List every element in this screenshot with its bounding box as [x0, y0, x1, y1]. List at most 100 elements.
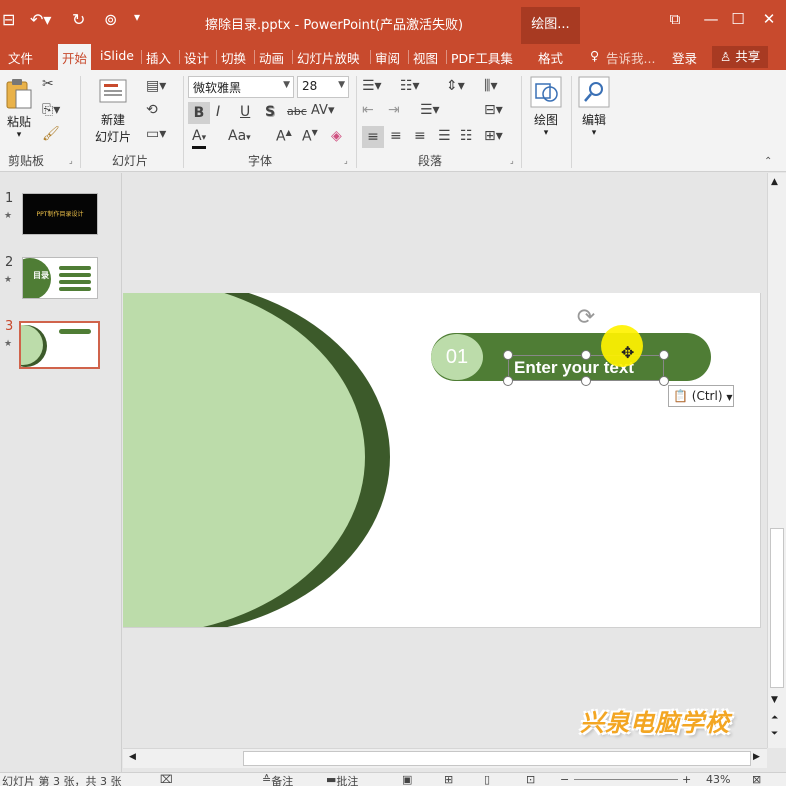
- tab-transitions[interactable]: 切换: [221, 48, 246, 67]
- tell-me-input[interactable]: 告诉我...: [606, 48, 655, 67]
- font-launcher-icon[interactable]: ⌟: [344, 156, 348, 165]
- tab-insert[interactable]: 插入: [146, 48, 171, 67]
- new-slide-button[interactable]: 新建 幻灯片: [88, 78, 138, 145]
- underline-button[interactable]: U: [240, 104, 250, 120]
- align-left-button[interactable]: ≡: [362, 126, 384, 148]
- undo-icon[interactable]: ↶▾: [30, 10, 51, 29]
- columns-icon[interactable]: ⫼▾: [484, 78, 497, 94]
- normal-view-icon[interactable]: ▣: [402, 773, 412, 786]
- collapse-ribbon-icon[interactable]: ⌃: [764, 156, 772, 167]
- tab-islide[interactable]: iSlide: [100, 48, 134, 63]
- slide[interactable]: 01 Enter your text ⟳ ✥ 📋 (Ctrl) ▼: [123, 293, 761, 628]
- bullets-icon[interactable]: ☰▾: [362, 78, 382, 94]
- format-painter-icon[interactable]: 🖌: [42, 126, 60, 142]
- horizontal-scrollbar[interactable]: ◀ ▶: [123, 748, 767, 768]
- font-color-button[interactable]: A▾: [192, 128, 206, 144]
- reset-icon[interactable]: ⟲: [146, 102, 158, 118]
- bold-button[interactable]: B: [188, 102, 210, 124]
- tab-review[interactable]: 审阅: [375, 48, 400, 67]
- editing-button[interactable]: 编辑 ▾: [576, 76, 612, 138]
- align-center-icon[interactable]: ≡: [390, 128, 402, 144]
- scroll-right-icon[interactable]: ▶: [753, 752, 760, 762]
- context-tab-drawing-tools[interactable]: 绘图...: [521, 7, 580, 44]
- justify-icon[interactable]: ☰: [438, 128, 451, 144]
- align-right-icon[interactable]: ≡: [414, 128, 426, 144]
- change-case-button[interactable]: Aa▾: [228, 128, 251, 144]
- resize-handle[interactable]: [503, 350, 513, 360]
- h-scroll-thumb[interactable]: [243, 751, 751, 766]
- minimize-icon[interactable]: —: [697, 10, 725, 28]
- paragraph-launcher-icon[interactable]: ⌟: [510, 156, 514, 165]
- sign-in-link[interactable]: 登录: [672, 48, 697, 67]
- smartart-icon[interactable]: ⊞▾: [484, 128, 503, 144]
- section-icon[interactable]: ▭▾: [146, 126, 166, 142]
- italic-button[interactable]: I: [216, 104, 220, 120]
- previous-slide-icon[interactable]: ⏶: [771, 713, 778, 723]
- slideshow-view-icon[interactable]: ⊡: [526, 773, 535, 786]
- increase-font-icon[interactable]: A▲: [276, 128, 292, 145]
- resize-handle[interactable]: [581, 376, 591, 386]
- tab-format[interactable]: 格式: [538, 48, 563, 67]
- decrease-font-icon[interactable]: A▼: [302, 128, 318, 145]
- font-name-combo[interactable]: 微软雅黑 ▼: [188, 76, 294, 98]
- font-size-combo[interactable]: 28 ▼: [297, 76, 349, 98]
- close-icon[interactable]: ✕: [755, 10, 783, 28]
- reading-view-icon[interactable]: ▯: [484, 773, 490, 786]
- tab-file[interactable]: 文件: [8, 48, 33, 67]
- vertical-scrollbar[interactable]: ▲ ▼ ⏶ ⏷: [767, 173, 786, 748]
- scroll-left-icon[interactable]: ◀: [129, 752, 136, 762]
- tab-design[interactable]: 设计: [184, 48, 209, 67]
- paste-button[interactable]: 粘贴 ▾: [2, 78, 36, 140]
- clipboard-launcher-icon[interactable]: ⌟: [69, 156, 73, 165]
- increase-indent-icon[interactable]: ⇥: [388, 102, 400, 118]
- resize-handle[interactable]: [503, 376, 513, 386]
- ribbon-display-icon[interactable]: ⧉: [661, 10, 689, 28]
- slide-thumbnail-2[interactable]: 目录: [22, 257, 98, 299]
- notes-button[interactable]: ≙ 备注: [262, 773, 293, 786]
- lightbulb-icon[interactable]: ♀: [590, 48, 599, 63]
- tab-pdf-tools[interactable]: PDF工具集: [451, 48, 513, 67]
- cut-icon[interactable]: ✂: [42, 76, 54, 92]
- zoom-in-icon[interactable]: +: [682, 773, 691, 786]
- rotate-handle-icon[interactable]: ⟳: [574, 307, 598, 331]
- slide-thumbnail-3[interactable]: [19, 321, 100, 369]
- item-number-badge[interactable]: 01: [431, 334, 483, 380]
- tab-animations[interactable]: 动画: [259, 48, 284, 67]
- slide-thumbnail-1[interactable]: PPT制作目录设计: [22, 193, 98, 235]
- tab-slideshow[interactable]: 幻灯片放映: [297, 48, 360, 67]
- zoom-out-icon[interactable]: −: [560, 773, 569, 786]
- tab-view[interactable]: 视图: [413, 48, 438, 67]
- save-icon[interactable]: ⊟: [2, 10, 15, 29]
- copy-icon[interactable]: ⎘▾: [42, 102, 60, 118]
- spellcheck-icon[interactable]: ⌧: [160, 773, 173, 786]
- scroll-up-icon[interactable]: ▲: [771, 177, 778, 187]
- paste-options-button[interactable]: 📋 (Ctrl) ▼: [668, 385, 734, 407]
- clear-formatting-icon[interactable]: ◈: [331, 128, 342, 144]
- distributed-icon[interactable]: ☷: [460, 128, 473, 144]
- next-slide-icon[interactable]: ⏷: [771, 729, 778, 739]
- comments-button[interactable]: ▬ 批注: [326, 773, 358, 786]
- numbering-icon[interactable]: ☷▾: [400, 78, 420, 94]
- customize-qat-icon[interactable]: ▾: [134, 10, 140, 24]
- char-spacing-button[interactable]: AV▾: [311, 103, 335, 118]
- resize-handle[interactable]: [659, 350, 669, 360]
- line-spacing-icon[interactable]: ⇕▾: [446, 78, 465, 94]
- present-icon[interactable]: ⊚: [104, 10, 117, 29]
- decrease-indent-icon[interactable]: ⇤: [362, 102, 374, 118]
- drawing-button[interactable]: 绘图 ▾: [527, 76, 565, 138]
- slide-sorter-icon[interactable]: ⊞: [444, 773, 453, 786]
- redo-icon[interactable]: ↻: [72, 10, 85, 29]
- strikethrough-button[interactable]: abc: [287, 105, 307, 118]
- zoom-slider[interactable]: [574, 779, 678, 780]
- shadow-button[interactable]: S: [265, 104, 275, 120]
- scroll-down-icon[interactable]: ▼: [771, 695, 778, 705]
- zoom-level[interactable]: 43%: [706, 773, 730, 786]
- resize-handle[interactable]: [581, 350, 591, 360]
- fit-to-window-icon[interactable]: ⊠: [752, 773, 761, 786]
- maximize-icon[interactable]: ☐: [724, 10, 752, 28]
- scroll-thumb[interactable]: [770, 528, 784, 688]
- share-button[interactable]: ♙ 共享: [712, 46, 769, 68]
- tab-home[interactable]: 开始: [58, 44, 92, 70]
- align-text-icon[interactable]: ⊟▾: [484, 102, 503, 118]
- layout-icon[interactable]: ▤▾: [146, 78, 166, 94]
